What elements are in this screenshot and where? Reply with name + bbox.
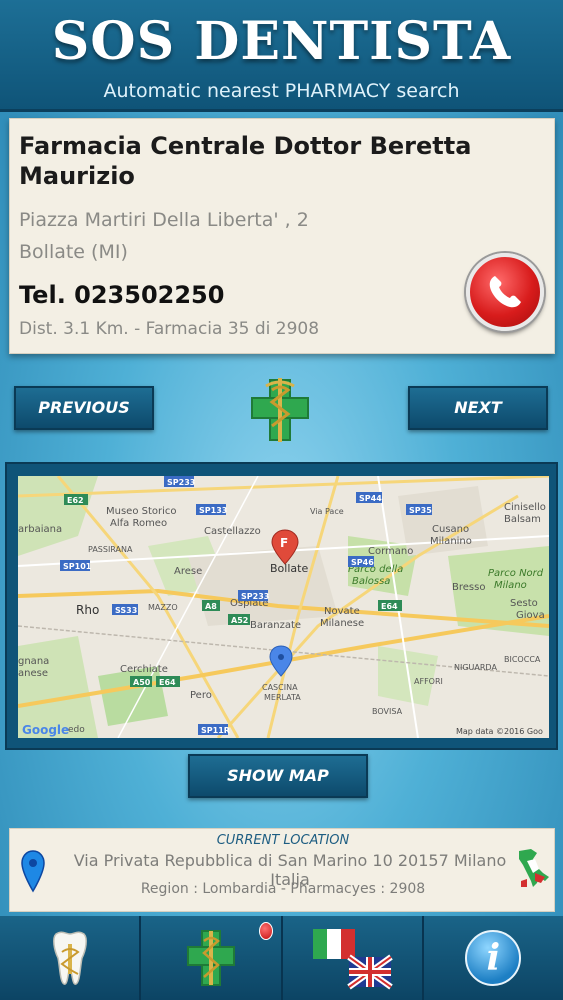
next-button[interactable]: NEXT: [408, 386, 548, 430]
road-shield: SP11R: [201, 726, 230, 735]
map-label: Pero: [190, 690, 212, 701]
map-label: Cusano: [432, 524, 469, 535]
map-label: Castellazzo: [204, 526, 261, 537]
road-shield: SS33: [115, 606, 137, 615]
road-shield: SP233: [241, 592, 269, 601]
map-label: Alfa Romeo: [110, 518, 167, 529]
map-label: NIGUARDA: [454, 663, 497, 672]
current-location-panel: CURRENT LOCATION Via Privata Repubblica …: [9, 828, 555, 912]
map-label: Rho: [76, 603, 99, 617]
road-shield: SP101: [63, 562, 92, 571]
google-logo: Google: [22, 723, 69, 737]
pharmacy-distance: Dist. 3.1 Km. - Farmacia 35 di 2908: [19, 319, 320, 339]
show-map-button[interactable]: SHOW MAP: [188, 754, 368, 798]
map-attribution: Map data ©2016 Goo: [456, 727, 543, 736]
map-label: MERLATA: [264, 693, 301, 702]
pharmacy-card: Farmacia Centrale Dottor Beretta Maurizi…: [9, 118, 555, 354]
pharmacy-cross-icon: [186, 930, 235, 986]
map-label: arbaiana: [18, 524, 62, 535]
map-label: BOVISA: [372, 707, 403, 716]
map-label: Giova: [516, 610, 545, 621]
tab-pharmacy[interactable]: [141, 916, 283, 1000]
map-label: Museo Storico: [106, 506, 177, 517]
app-subtitle: Automatic nearest PHARMACY search: [103, 80, 460, 102]
map-label: anese: [18, 668, 48, 679]
map-label: Via Pace: [310, 507, 344, 516]
app-header: SOS DENTISTA Automatic nearest PHARMACY …: [0, 0, 563, 112]
road-shield: E64: [159, 678, 176, 687]
map-label: Parco Nord: [488, 568, 544, 579]
road-shield: SP35: [409, 506, 432, 515]
map-label: Bollate: [270, 562, 308, 575]
pharmacy-city: Bollate (MI): [19, 241, 128, 263]
pharmacy-phone[interactable]: Tel. 023502250: [19, 281, 224, 309]
map-label: MAZZO: [148, 603, 178, 612]
road-shield: SP233: [167, 478, 195, 487]
map-label: Cinisello: [504, 502, 546, 513]
current-location-marker-icon: [269, 645, 293, 677]
tab-info[interactable]: i: [424, 916, 563, 1000]
pharmacy-name: Farmacia Centrale Dottor Beretta Maurizi…: [19, 132, 472, 190]
map-label: PASSIRANA: [88, 545, 133, 554]
pharmacy-street: Piazza Martiri Della Liberta' , 2: [19, 209, 309, 231]
map-label: BICOCCA: [504, 655, 541, 664]
road-shield: A8: [205, 602, 217, 611]
road-shield: A50: [133, 678, 151, 687]
map-label: AFFORI: [414, 677, 443, 686]
pharmacy-cross-caduceus-icon: [250, 376, 310, 444]
road-shield: E62: [67, 496, 84, 505]
tab-language[interactable]: [283, 916, 424, 1000]
map-label: Novate: [324, 606, 360, 617]
phone-call-icon: [489, 276, 521, 308]
road-shield: SP44: [359, 494, 382, 503]
map-label: edo: [68, 725, 85, 735]
map-label: Arese: [174, 566, 202, 577]
map-label: Cormano: [368, 546, 413, 557]
map-label: Milanese: [320, 618, 364, 629]
road-shield: SP46: [351, 558, 374, 567]
map-label: Bresso: [452, 582, 485, 593]
bottom-tab-bar: i: [0, 916, 563, 1000]
tab-dentist[interactable]: [0, 916, 142, 1000]
current-location-region: Region : Lombardia - Pharmacyes : 2908: [140, 881, 426, 897]
map-label: Milano: [494, 580, 527, 591]
map-label: gnana: [18, 656, 49, 667]
app-title: SOS DENTISTA: [51, 11, 512, 72]
current-location-heading: CURRENT LOCATION: [216, 833, 350, 848]
language-flags-icon: [313, 929, 393, 990]
tooth-icon: [52, 931, 87, 985]
map-view[interactable]: F Museo Storico Alfa Romeo Castellazzo A…: [18, 476, 549, 738]
map-frame: F Museo Storico Alfa Romeo Castellazzo A…: [5, 462, 558, 750]
svg-text:F: F: [280, 536, 288, 550]
previous-button[interactable]: PREVIOUS: [14, 386, 154, 430]
map-label: Milanino: [430, 536, 472, 547]
road-shield: SP133: [199, 506, 227, 515]
call-button[interactable]: [466, 253, 544, 331]
map-label: CASCINA: [262, 683, 298, 692]
map-label: Baranzate: [250, 620, 301, 631]
info-icon: i: [465, 930, 522, 986]
map-label: Cerchiate: [120, 664, 168, 675]
notification-badge: [259, 922, 274, 940]
italy-map-icon: [519, 849, 549, 887]
map-canvas: F Museo Storico Alfa Romeo Castellazzo A…: [18, 476, 549, 738]
map-label: Sesto: [510, 598, 538, 609]
map-label: Balsam: [504, 514, 541, 525]
road-shield: E64: [381, 602, 398, 611]
map-label: Balossa: [352, 576, 390, 587]
road-shield: A52: [231, 616, 248, 625]
